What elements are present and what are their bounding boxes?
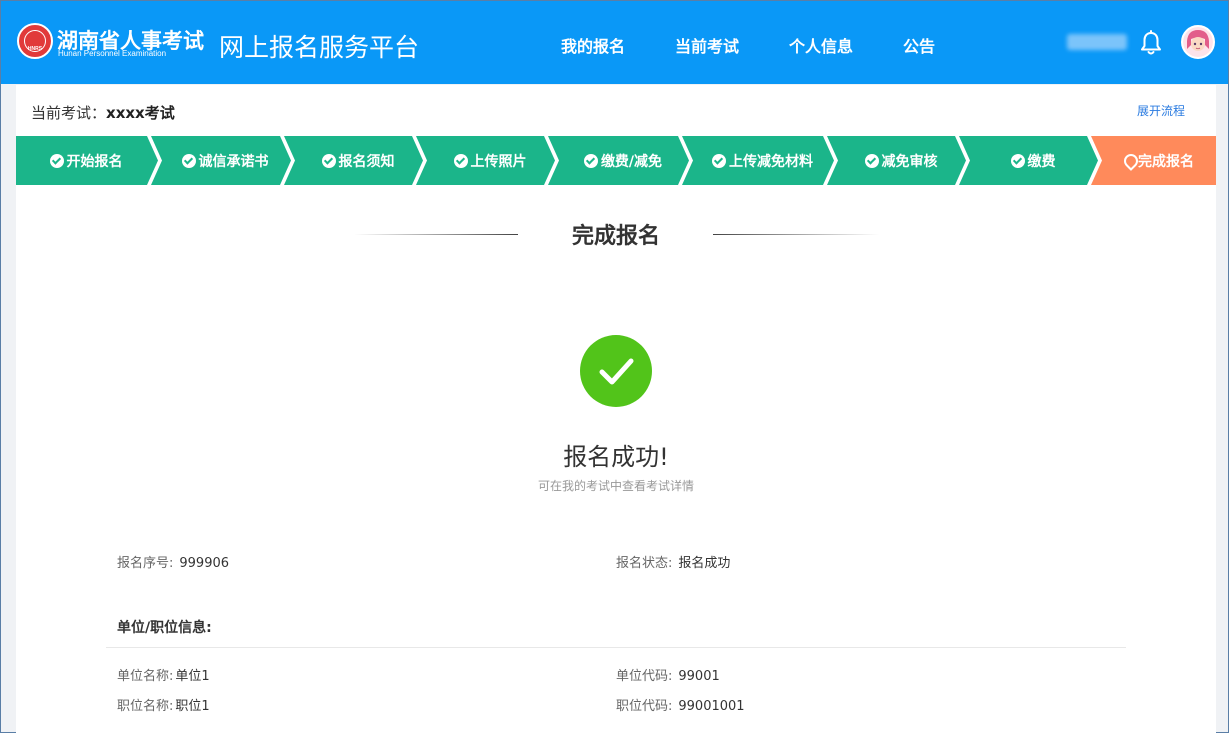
logo-subtitle: Hunan Personnel Examination bbox=[58, 49, 167, 58]
step-payment[interactable]: 缴费 bbox=[969, 136, 1097, 185]
check-circle-icon bbox=[583, 153, 598, 168]
section-divider bbox=[106, 647, 1126, 648]
nav-announcements[interactable]: 公告 bbox=[903, 33, 935, 57]
step-notice[interactable]: 报名须知 bbox=[294, 136, 422, 185]
step-payment-reduction[interactable]: 缴费/减免 bbox=[558, 136, 688, 185]
step-upload-reduction-materials[interactable]: 上传减免材料 bbox=[692, 136, 833, 185]
nav-my-registrations[interactable]: 我的报名 bbox=[561, 33, 625, 57]
registration-status-value: 报名成功 bbox=[678, 556, 731, 571]
current-exam-name: xxxx考试 bbox=[106, 104, 175, 122]
check-circle-icon bbox=[1010, 153, 1025, 168]
logo-icon[interactable]: HNRS bbox=[17, 23, 53, 59]
top-header: HNRS 湖南省人事考试 Hunan Personnel Examination… bbox=[1, 1, 1228, 84]
step-complete[interactable]: 完成报名 bbox=[1101, 136, 1216, 185]
section-title: 完成报名 bbox=[571, 224, 660, 249]
expand-flow-link[interactable]: 展开流程 bbox=[1137, 102, 1185, 119]
success-check-icon bbox=[580, 335, 652, 407]
platform-title: 网上报名服务平台 bbox=[219, 33, 420, 62]
step-reduction-review[interactable]: 减免审核 bbox=[837, 136, 965, 185]
step-start[interactable]: 开始报名 bbox=[16, 136, 156, 185]
serial-number-value: 999906 bbox=[179, 556, 230, 571]
unit-code-field: 单位代码: 99001 bbox=[616, 669, 720, 684]
nav-personal-info[interactable]: 个人信息 bbox=[789, 33, 853, 57]
progress-steps: 开始报名 诚信承诺书 报名须知 上传照片 缴费/减免 上传减免材料 减免审核 缴… bbox=[16, 136, 1216, 185]
location-pin-icon bbox=[1123, 154, 1135, 168]
job-name-field: 职位名称: 职位1 bbox=[117, 699, 210, 714]
check-circle-icon bbox=[453, 153, 468, 168]
bell-icon[interactable] bbox=[1140, 30, 1162, 56]
current-exam-label: 当前考试：xxxx考试 bbox=[31, 104, 175, 122]
avatar[interactable] bbox=[1181, 25, 1215, 59]
check-circle-icon bbox=[49, 153, 64, 168]
check-circle-icon bbox=[864, 153, 879, 168]
main-nav: 我的报名 当前考试 个人信息 公告 bbox=[561, 33, 985, 57]
success-subtitle: 可在我的考试中查看考试详情 bbox=[537, 479, 694, 493]
unit-name-value: 单位1 bbox=[175, 669, 210, 684]
title-divider-right bbox=[713, 234, 879, 235]
serial-number-field: 报名序号: 999906 bbox=[117, 556, 230, 571]
nav-current-exam[interactable]: 当前考试 bbox=[675, 33, 739, 57]
step-upload-photo[interactable]: 上传照片 bbox=[426, 136, 554, 185]
check-circle-icon bbox=[181, 153, 196, 168]
check-circle-icon bbox=[321, 153, 336, 168]
user-name-blurred[interactable] bbox=[1067, 34, 1127, 50]
main-panel: 当前考试：xxxx考试 展开流程 开始报名 诚信承诺书 报名须知 上传照片 缴费… bbox=[16, 85, 1216, 733]
success-title: 报名成功! bbox=[563, 443, 669, 471]
step-integrity-pledge[interactable]: 诚信承诺书 bbox=[161, 136, 289, 185]
unit-job-section-title: 单位/职位信息: bbox=[117, 620, 212, 636]
job-code-field: 职位代码: 99001001 bbox=[616, 699, 745, 714]
registration-status-field: 报名状态: 报名成功 bbox=[616, 556, 731, 571]
check-circle-icon bbox=[712, 153, 726, 168]
unit-name-field: 单位名称: 单位1 bbox=[117, 669, 210, 684]
job-code-value: 99001001 bbox=[678, 699, 745, 714]
job-name-value: 职位1 bbox=[175, 699, 210, 714]
unit-code-value: 99001 bbox=[678, 669, 720, 684]
